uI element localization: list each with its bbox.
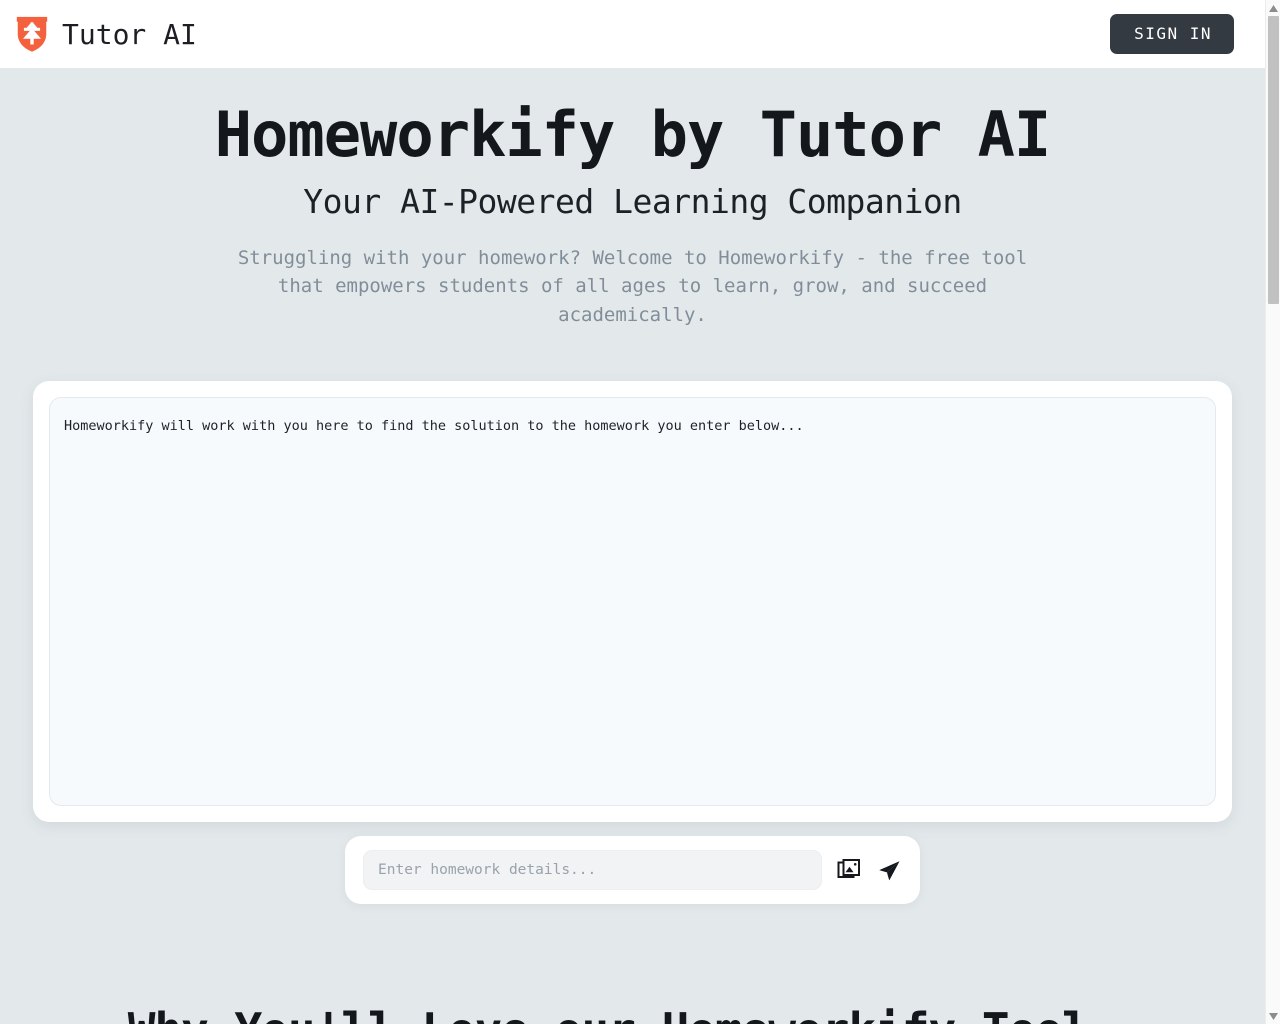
homework-input-bar: [345, 836, 920, 905]
shield-tree-logo-icon: [16, 16, 48, 52]
chat-intro-message: Homeworkify will work with you here to f…: [64, 418, 804, 435]
page-viewport: Tutor AI SIGN IN Homeworkify by Tutor AI…: [0, 0, 1265, 1024]
sign-in-button[interactable]: SIGN IN: [1110, 14, 1234, 54]
chat-card: Homeworkify will work with you here to f…: [33, 381, 1232, 823]
scroll-up-arrow-icon[interactable]: [1266, 0, 1280, 16]
homework-input[interactable]: [363, 850, 822, 891]
app-header: Tutor AI SIGN IN: [0, 0, 1265, 68]
heart-icon: ❤: [1115, 1009, 1138, 1024]
page-scrollbar[interactable]: [1265, 0, 1280, 1024]
attach-image-button[interactable]: [836, 857, 862, 883]
page-subtitle: Your AI-Powered Learning Companion: [303, 182, 962, 222]
features-heading-text: Why You'll Love our Homeworkify Tool: [128, 1003, 1090, 1024]
image-gallery-icon: [837, 859, 860, 879]
hero-section: Homeworkify by Tutor AI Your AI-Powered …: [0, 68, 1265, 329]
brand-name: Tutor AI: [62, 17, 197, 51]
send-button[interactable]: [876, 857, 902, 883]
features-heading: Why You'll Love our Homeworkify Tool ❤: [0, 1005, 1265, 1024]
input-bar-wrapper: [0, 836, 1265, 905]
brand[interactable]: Tutor AI: [14, 15, 197, 53]
scrollbar-thumb[interactable]: [1268, 16, 1279, 304]
chat-transcript-panel[interactable]: Homeworkify will work with you here to f…: [49, 397, 1216, 807]
scroll-down-arrow-icon[interactable]: [1266, 1008, 1280, 1024]
hero-description: Struggling with your homework? Welcome t…: [237, 246, 1028, 326]
page-title: Homeworkify by Tutor AI: [214, 98, 1052, 171]
send-paper-plane-icon: [878, 861, 899, 881]
